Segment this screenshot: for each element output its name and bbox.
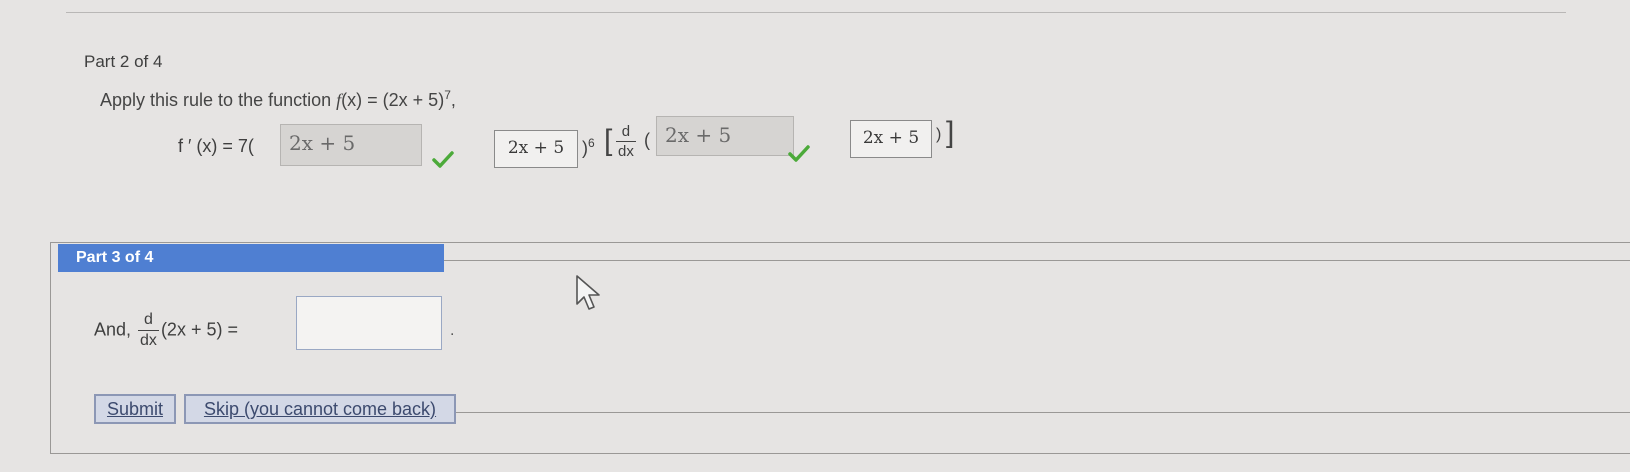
function-exponent: 7: [444, 88, 451, 102]
frac-numerator: d: [144, 311, 153, 328]
answer-display-1: 2x + 5: [494, 130, 578, 168]
part-2-heading: Part 2 of 4: [84, 52, 163, 71]
answer-input-1[interactable]: 2x + 5: [280, 124, 422, 166]
part-3-heading: Part 3 of 4: [58, 244, 444, 272]
frac-denominator: dx: [138, 330, 159, 349]
answer-input[interactable]: [296, 296, 442, 350]
question-expression: (2x + 5) =: [160, 319, 238, 340]
instruction-suffix: ,: [450, 90, 456, 110]
mouse-pointer-icon: [576, 275, 600, 310]
question-prefix: And,: [94, 319, 137, 340]
function-definition: (x) = (2x + 5): [341, 90, 445, 110]
part-3-question: And, d dx (2x + 5) =: [94, 312, 238, 349]
bottom-divider: [456, 412, 1630, 413]
close-paren: ): [936, 126, 942, 143]
submit-button[interactable]: Submit: [94, 394, 176, 424]
answer-input-2[interactable]: 2x + 5: [656, 116, 794, 156]
frac-numerator: d: [621, 123, 631, 140]
open-paren: (: [644, 130, 650, 150]
open-bracket: [: [604, 124, 613, 157]
derivative-lhs: f ′ (x) = 7(: [178, 136, 254, 156]
d-dx-fraction: d dx: [138, 312, 159, 349]
part-2-instruction: Apply this rule to the function f(x) = (…: [100, 88, 456, 111]
close-paren-power: )6: [582, 136, 595, 159]
check-icon: [432, 151, 454, 168]
close-bracket: ]: [946, 116, 955, 149]
d-dx-fraction: d dx: [616, 124, 636, 159]
instruction-prefix: Apply this rule to the function: [100, 90, 337, 110]
answer-display-2: 2x + 5: [850, 120, 932, 158]
sentence-period: .: [450, 322, 455, 339]
power-exponent: 6: [588, 136, 595, 150]
frac-denominator: dx: [616, 141, 636, 160]
skip-button[interactable]: Skip (you cannot come back): [184, 394, 456, 424]
top-divider: [66, 12, 1566, 13]
panel-top-divider: [444, 260, 1630, 261]
check-icon: [788, 145, 810, 162]
